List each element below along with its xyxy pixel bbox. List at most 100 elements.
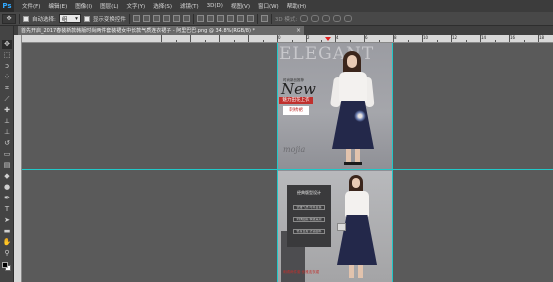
- scale-3d-icon[interactable]: [344, 15, 353, 22]
- vertical-guide-right[interactable]: [392, 43, 393, 282]
- rotate-3d-icon[interactable]: [300, 15, 309, 22]
- tools-panel: ✥ ⬚ ↄ ⁘ ⌗ ⟋ ✚ ⟂ ⊥ ↺ ▭ ▤ ◆ ● ✒ T ➤ ▬ ✋ ⚲: [0, 26, 14, 282]
- eraser-tool-icon[interactable]: ▭: [2, 150, 12, 159]
- align-left-icon[interactable]: [162, 15, 170, 22]
- brush-tool-icon[interactable]: ⟂: [2, 117, 12, 126]
- feature-line: 修身显瘦 舒适面料: [293, 229, 325, 234]
- ruler-tick: [161, 35, 162, 42]
- show-transform-checkbox[interactable]: [83, 15, 90, 22]
- menu-layer[interactable]: 图层(L): [96, 2, 122, 10]
- chevron-down-icon: ▾: [75, 15, 78, 22]
- crop-tool-icon[interactable]: ⌗: [2, 84, 12, 93]
- align-vcenter-icon[interactable]: [142, 15, 150, 22]
- distribute-bottom-icon[interactable]: [216, 15, 224, 22]
- eyedropper-tool-icon[interactable]: ⟋: [2, 95, 12, 104]
- drag-3d-icon[interactable]: [322, 15, 331, 22]
- lasso-tool-icon[interactable]: ↄ: [2, 62, 12, 71]
- shape-tool-icon[interactable]: ▬: [2, 227, 12, 236]
- menu-type[interactable]: 文字(Y): [123, 2, 150, 10]
- align-bottom-icon[interactable]: [152, 15, 160, 22]
- clone-stamp-tool-icon[interactable]: ⊥: [2, 128, 12, 137]
- vertical-ruler[interactable]: [14, 35, 22, 282]
- new-title: New: [281, 80, 316, 98]
- model-face: [347, 55, 357, 68]
- gradient-tool-icon[interactable]: ▤: [2, 161, 12, 170]
- menu-bar: Ps 文件(F) 编辑(E) 图像(I) 图层(L) 文字(Y) 选择(S) 滤…: [0, 0, 553, 12]
- path-select-tool-icon[interactable]: ➤: [2, 216, 12, 225]
- vertical-guide-left[interactable]: [277, 43, 278, 282]
- pen-tool-icon[interactable]: ✒: [2, 194, 12, 203]
- ruler-label: 16: [510, 35, 516, 40]
- ruler-tick: [219, 35, 220, 42]
- align-hcenter-icon[interactable]: [172, 15, 180, 22]
- ruler-label: 0: [278, 35, 281, 40]
- move-tool-preset-icon[interactable]: ✥: [2, 13, 16, 24]
- horizontal-ruler[interactable]: 0 2 4 6 8 10 12 14 16 18: [22, 35, 553, 43]
- ruler-label: 12: [452, 35, 458, 40]
- menu-edit[interactable]: 编辑(E): [44, 2, 71, 10]
- menu-file[interactable]: 文件(F): [18, 2, 44, 10]
- marquee-tool-icon[interactable]: ⬚: [2, 51, 12, 60]
- dodge-tool-icon[interactable]: ●: [2, 183, 12, 192]
- show-transform-label: 显示变换控件: [92, 16, 126, 23]
- menu-help[interactable]: 帮助(H): [283, 2, 310, 10]
- distribute-hcenter-icon[interactable]: [236, 15, 244, 22]
- close-icon[interactable]: ×: [296, 27, 301, 34]
- product-photo-bottom: 经典版型设计 优雅气质 时尚百搭 刺绣图案 精致美观 修身显瘦 舒适面料 刺绣两…: [277, 171, 392, 282]
- menu-window[interactable]: 窗口(W): [254, 2, 283, 10]
- document-tab-bar: 首先开启_2017春装新款韩版时尚两件套装裙女中长款气质连衣裙子 - 阿里巴巴.…: [14, 26, 553, 35]
- align-right-icon[interactable]: [182, 15, 190, 22]
- move-tool-icon[interactable]: ✥: [2, 40, 12, 49]
- ruler-label: 2: [307, 35, 310, 40]
- type-tool-icon[interactable]: T: [2, 205, 12, 214]
- menu-view[interactable]: 视图(V): [227, 2, 254, 10]
- menu-select[interactable]: 选择(S): [149, 2, 176, 10]
- healing-brush-tool-icon[interactable]: ✚: [2, 106, 12, 115]
- model-legs: [346, 149, 360, 163]
- ruler-tick: [248, 35, 249, 42]
- auto-select-checkbox[interactable]: [23, 15, 29, 22]
- model-shoes: [344, 162, 362, 165]
- foreground-color-swatch[interactable]: [2, 262, 8, 268]
- distribute-left-icon[interactable]: [226, 15, 234, 22]
- hand-tool-icon[interactable]: ✋: [2, 238, 12, 247]
- align-top-icon[interactable]: [132, 15, 140, 22]
- menu-filter[interactable]: 滤镜(T): [176, 2, 203, 10]
- options-bar: ✥ 自动选择: 组 ▾ 显示变换控件 3D 模式:: [0, 12, 553, 26]
- quick-select-tool-icon[interactable]: ⁘: [2, 73, 12, 82]
- menu-3d[interactable]: 3D(D): [203, 3, 227, 9]
- canvas-workspace[interactable]: ELEGANT 时尚新品推荐 New 魅力田花上衣 刺绣裙 mojia 经典版型…: [22, 43, 553, 282]
- distribute-vcenter-icon[interactable]: [206, 15, 214, 22]
- distribute-top-icon[interactable]: [196, 15, 204, 22]
- horizontal-guide[interactable]: [22, 169, 553, 170]
- divider: [19, 13, 20, 24]
- document-canvas[interactable]: ELEGANT 时尚新品推荐 New 魅力田花上衣 刺绣裙 mojia 经典版型…: [277, 43, 392, 282]
- document-tab[interactable]: 首先开启_2017春装新款韩版时尚两件套装裙女中长款气质连衣裙子 - 阿里巴巴.…: [18, 26, 304, 35]
- red-banner: 魅力田花上衣: [279, 97, 313, 104]
- auto-select-dropdown[interactable]: 组 ▾: [58, 14, 81, 23]
- model-skirt: [332, 101, 374, 149]
- divider: [192, 13, 194, 24]
- feature-line: 优雅气质 时尚百搭: [293, 205, 325, 210]
- history-brush-tool-icon[interactable]: ↺: [2, 139, 12, 148]
- model-blouse: [339, 72, 367, 102]
- auto-select-label: 自动选择:: [32, 16, 56, 23]
- ruler-label: 10: [423, 35, 429, 40]
- bottom-caption: 刺绣两件套 优雅连衣裙: [283, 270, 320, 274]
- roll-3d-icon[interactable]: [311, 15, 320, 22]
- menu-image[interactable]: 图像(I): [71, 2, 96, 10]
- blur-tool-icon[interactable]: ◆: [2, 172, 12, 181]
- slide-3d-icon[interactable]: [333, 15, 342, 22]
- divider: [256, 13, 258, 24]
- auto-align-layers-icon[interactable]: [260, 15, 268, 22]
- ruler-label: 4: [336, 35, 339, 40]
- ruler-label: 6: [365, 35, 368, 40]
- white-tag: 刺绣裙: [283, 106, 309, 115]
- zoom-tool-icon[interactable]: ⚲: [2, 249, 12, 258]
- script-word: mojia: [283, 145, 306, 154]
- document-tab-title: 首先开启_2017春装新款韩版时尚两件套装裙女中长款气质连衣裙子 - 阿里巴巴.…: [21, 28, 256, 34]
- product-photo-top: ELEGANT 时尚新品推荐 New 魅力田花上衣 刺绣裙 mojia: [277, 43, 392, 169]
- auto-select-value: 组: [61, 16, 68, 23]
- distribute-right-icon[interactable]: [246, 15, 254, 22]
- cursor-position-marker: [325, 37, 331, 41]
